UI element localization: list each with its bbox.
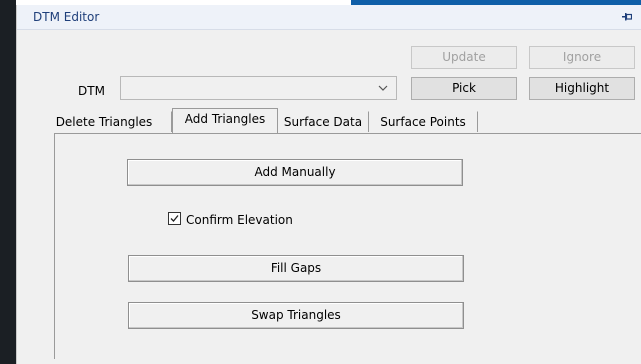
confirm-elevation-label: Confirm Elevation xyxy=(186,213,293,227)
pick-button[interactable]: Pick xyxy=(411,77,517,100)
window-title: DTM Editor xyxy=(33,10,100,24)
ignore-button[interactable]: Ignore xyxy=(529,46,635,69)
dtm-label: DTM xyxy=(78,84,105,98)
tab-surface-data[interactable]: Surface Data xyxy=(278,111,369,132)
tab-delete-triangles[interactable]: Delete Triangles xyxy=(37,111,172,132)
swap-triangles-button[interactable]: Swap Triangles xyxy=(128,302,464,329)
chevron-down-icon xyxy=(378,85,388,91)
highlight-button[interactable]: Highlight xyxy=(529,77,635,100)
pin-icon[interactable] xyxy=(622,12,632,22)
fill-gaps-button[interactable]: Fill Gaps xyxy=(128,255,464,282)
dtm-select[interactable] xyxy=(120,76,397,100)
tab-surface-points[interactable]: Surface Points xyxy=(369,111,478,132)
confirm-elevation-checkbox[interactable] xyxy=(168,212,181,225)
tab-add-triangles[interactable]: Add Triangles xyxy=(172,108,278,134)
add-manually-button[interactable]: Add Manually xyxy=(127,159,463,186)
dtm-editor-panel: DTM Editor Update Ignore Pick Highlight … xyxy=(16,5,641,364)
update-button[interactable]: Update xyxy=(411,46,517,69)
title-bar: DTM Editor xyxy=(17,5,641,30)
background-dark-area xyxy=(0,0,16,364)
check-icon xyxy=(170,215,179,222)
